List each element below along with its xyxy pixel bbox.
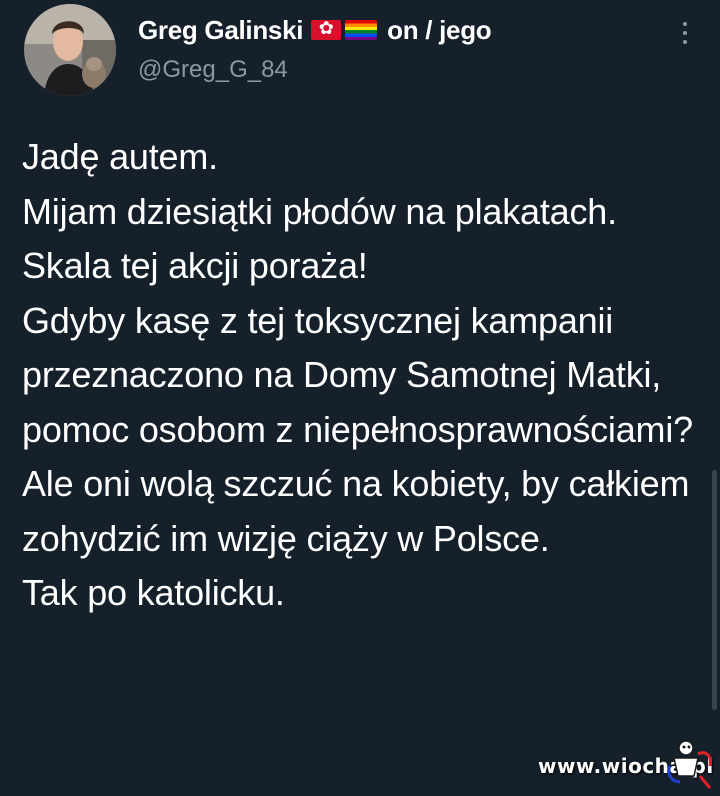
author-handle[interactable]: @Greg_G_84 xyxy=(138,56,288,84)
author-pronouns: on / jego xyxy=(387,14,492,45)
rainbow-flag-icon xyxy=(345,20,378,40)
avatar[interactable] xyxy=(24,4,116,96)
tweet-text: Jadę autem. Mijam dziesiątki płodów na p… xyxy=(22,136,693,613)
author-display-name[interactable]: Greg Galinski xyxy=(138,15,303,46)
author-name-row[interactable]: Greg Galinski on / jego xyxy=(138,12,492,48)
avatar-photo xyxy=(24,4,116,96)
more-options-icon[interactable] xyxy=(676,16,694,50)
watermark-logo-icon xyxy=(667,740,712,789)
hong-kong-flag-icon xyxy=(311,18,342,40)
scrollbar[interactable] xyxy=(712,470,717,710)
